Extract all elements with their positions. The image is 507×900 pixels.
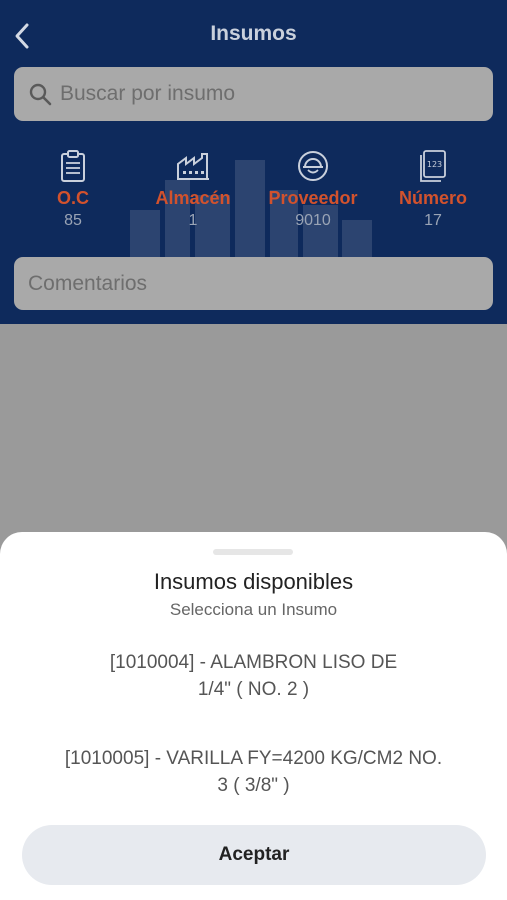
comments-input[interactable] (28, 271, 468, 296)
stat-oc: O.C 85 (13, 148, 133, 230)
option-line: [1010004] - ALAMBRON LISO DE (109, 652, 398, 673)
stat-almacen: Almacén 1 (133, 148, 253, 230)
search-bar[interactable] (14, 67, 493, 121)
option-line: 3 ( 3/8" ) (217, 775, 290, 796)
option-line: [1010005] - VARILLA FY=4200 KG/CM2 NO. (64, 748, 443, 769)
insumo-option[interactable]: [1010005] - VARILLA FY=4200 KG/CM2 NO. 3… (40, 745, 467, 799)
stat-label: Número (398, 188, 467, 208)
warehouse-icon (177, 153, 209, 180)
page-title: Insumos (210, 22, 297, 45)
header: Insumos O.C 85 (0, 0, 507, 324)
stat-value: 9010 (295, 212, 331, 229)
insumo-option[interactable]: [1010004] - ALAMBRON LISO DE 1/4" ( NO. … (40, 649, 467, 703)
worker-helmet-icon (298, 151, 328, 181)
stat-label: O.C (56, 188, 89, 208)
stat-value: 17 (424, 212, 442, 229)
number-document-icon: 123 (420, 150, 446, 182)
stats-row: O.C 85 Almacén 1 Proveedor 9010 123 Núme… (0, 148, 507, 238)
bottom-sheet: Insumos disponibles Selecciona un Insumo… (0, 532, 507, 900)
option-line: 1/4" ( NO. 2 ) (197, 679, 310, 700)
sheet-subtitle: Selecciona un Insumo (169, 600, 338, 619)
search-input[interactable] (60, 82, 460, 106)
search-icon (29, 83, 52, 106)
clipboard-icon (61, 150, 85, 182)
stat-label: Proveedor (268, 188, 358, 208)
comments-field[interactable] (14, 257, 493, 310)
stat-value: 1 (188, 212, 198, 229)
stat-proveedor: Proveedor 9010 (253, 148, 373, 230)
stat-value: 85 (64, 212, 82, 229)
sheet-title: Insumos disponibles (153, 569, 354, 594)
stat-numero: 123 Número 17 (373, 148, 493, 230)
sheet-drag-handle[interactable] (213, 549, 293, 555)
stat-label: Almacén (155, 188, 231, 208)
svg-text:123: 123 (427, 160, 442, 169)
accept-button[interactable]: Aceptar (22, 825, 486, 885)
